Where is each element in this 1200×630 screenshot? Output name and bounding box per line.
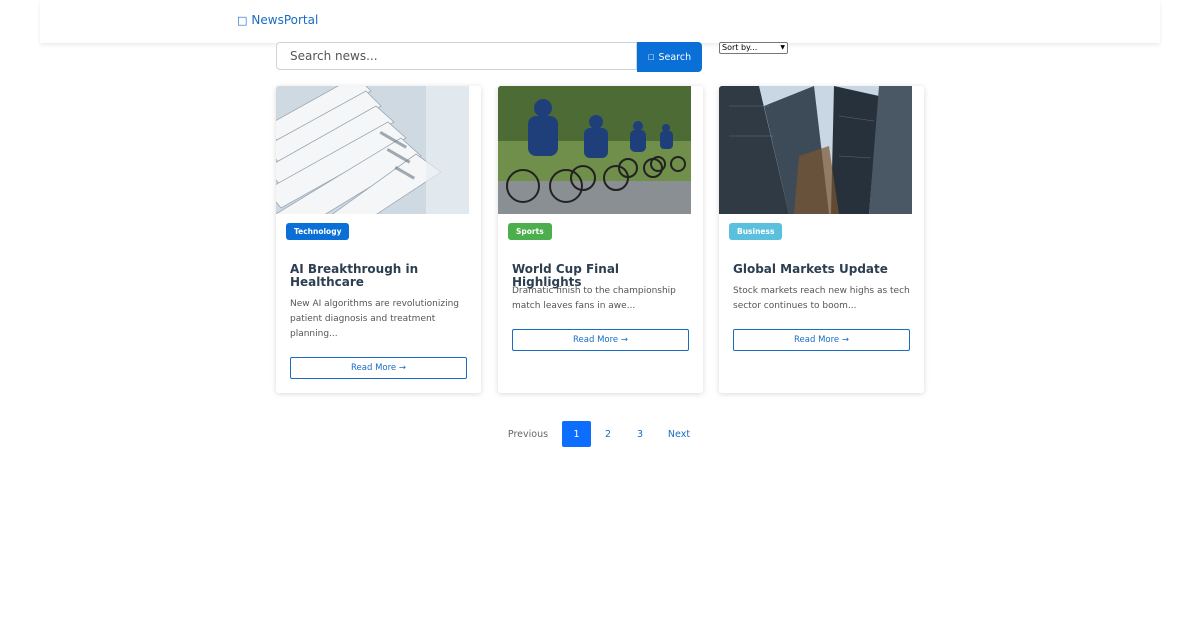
article-image-skyscrapers (719, 86, 912, 214)
article-excerpt: Dramatic finish to the championship matc… (512, 286, 676, 311)
brand-logo[interactable]: □ NewsPortal (237, 13, 318, 27)
article-image-cyclists (498, 86, 691, 214)
sort-select[interactable]: Sort by... ▼ (719, 42, 788, 54)
sort-selected-value: Sort by... (722, 43, 758, 52)
category-badge[interactable]: Sports (508, 223, 552, 240)
chevron-down-icon: ▼ (780, 44, 785, 51)
read-more-button[interactable]: Read More → (733, 329, 910, 351)
article-image-newspapers (276, 86, 469, 214)
pagination-previous[interactable]: Previous (500, 421, 556, 447)
pagination: Previous 1 2 3 Next (0, 421, 1200, 447)
article-excerpt: New AI algorithms are revolutionizing pa… (290, 299, 460, 339)
category-badge[interactable]: Business (729, 223, 783, 240)
article-card: Sports World Cup Final Highlights Dramat… (498, 86, 703, 393)
search-button-label: Search (658, 51, 692, 63)
pagination-page-3[interactable]: 3 (625, 421, 655, 447)
read-more-button[interactable]: Read More → (512, 329, 689, 351)
category-badge[interactable]: Technology (286, 223, 350, 240)
newspaper-icon: □ (237, 13, 248, 27)
pagination-next[interactable]: Next (660, 421, 698, 447)
search-button[interactable]: □ Search (637, 42, 702, 72)
top-navbar (40, 0, 1160, 43)
pagination-page-2[interactable]: 2 (593, 421, 623, 447)
pagination-page-1[interactable]: 1 (562, 421, 591, 447)
article-title[interactable]: Global Markets Update (733, 263, 913, 276)
article-title[interactable]: AI Breakthrough in Healthcare (290, 263, 470, 289)
article-excerpt: Stock markets reach new highs as tech se… (733, 286, 910, 311)
search-input[interactable] (276, 42, 637, 70)
article-card: Business Global Markets Update Stock mar… (719, 86, 924, 393)
article-card: Technology AI Breakthrough in Healthcare… (276, 86, 481, 393)
search-icon: □ (647, 53, 655, 61)
read-more-button[interactable]: Read More → (290, 357, 467, 379)
brand-name: NewsPortal (251, 13, 319, 27)
